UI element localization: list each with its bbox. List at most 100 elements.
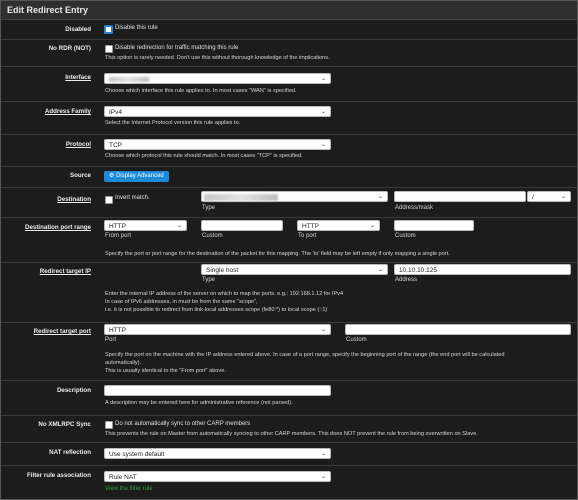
- redirect-ip-type-caption: Type: [202, 277, 216, 283]
- redirect-port-custom-input[interactable]: [345, 324, 571, 335]
- xmlrpc-checkbox[interactable]: [105, 421, 113, 429]
- interface-label: Interface: [65, 74, 91, 81]
- no-rdr-checkbox-text: Disable redirection for traffic matching…: [115, 45, 239, 51]
- redirect-port-help-1: Specify the port on the machine with the…: [105, 352, 505, 358]
- address-family-value: IPv4: [109, 109, 123, 116]
- chevron-down-icon: ⌄: [320, 76, 326, 82]
- dest-from-custom-caption: Custom: [202, 233, 223, 239]
- redirect-ip-address-input[interactable]: 10.10.10.125: [394, 264, 571, 275]
- dest-port-range-help: Specify the port or port range for the d…: [105, 251, 450, 257]
- chevron-down-icon: ⌄: [369, 223, 375, 229]
- no-rdr-checkbox[interactable]: [105, 45, 113, 53]
- filter-assoc-select[interactable]: Rule NAT ⌄: [104, 471, 331, 482]
- dest-from-port-select[interactable]: HTTP ⌄: [104, 220, 187, 231]
- redirect-ip-help-3: i.e. it is not possible to redirect from…: [105, 307, 328, 313]
- display-advanced-button[interactable]: ⚙ Display Advanced: [104, 171, 169, 182]
- address-family-select[interactable]: IPv4 ⌄: [104, 106, 331, 117]
- redirect-ip-type-select[interactable]: Single host ⌄: [201, 264, 388, 275]
- redirect-port-label: Redirect target port: [33, 328, 91, 335]
- description-label: Description: [56, 387, 91, 394]
- interface-select[interactable]: ⌄: [104, 73, 331, 84]
- interface-help: Choose which interface this rule applies…: [105, 88, 297, 94]
- panel-title: Edit Redirect Entry: [1, 1, 577, 20]
- nat-reflection-label: NAT reflection: [49, 449, 91, 456]
- redirect-port-help-3: This is usually identical to the "From p…: [105, 368, 226, 374]
- row-description: Description A description may be entered…: [1, 380, 577, 415]
- chevron-down-icon: ⌄: [176, 223, 182, 229]
- source-label: Source: [70, 172, 91, 179]
- chevron-down-icon: ⌄: [320, 451, 326, 457]
- chevron-down-icon: ⌄: [320, 474, 326, 480]
- protocol-select[interactable]: TCP ⌄: [104, 139, 331, 150]
- chevron-down-icon: ⌄: [320, 142, 326, 148]
- chevron-down-icon: ⌄: [320, 109, 326, 115]
- redirect-ip-type-value: Single host: [206, 267, 239, 274]
- row-xmlrpc: No XMLRPC Sync Do not automatically sync…: [1, 415, 577, 442]
- view-filter-rule-link[interactable]: View the filter rule: [105, 486, 153, 492]
- redirect-ip-help-2: In case of IPv6 addresses, in must be fr…: [105, 299, 258, 305]
- row-redirect-port: Redirect target port HTTP ⌄ Port Custom …: [1, 322, 577, 380]
- destination-label: Destination: [57, 196, 91, 203]
- row-protocol: Protocol TCP ⌄ Choose which protocol thi…: [1, 134, 577, 166]
- no-rdr-label: No RDR (NOT): [48, 45, 91, 52]
- interface-redacted: [109, 77, 149, 82]
- disabled-label: Disabled: [65, 26, 91, 33]
- address-family-help: Select the Internet Protocol version thi…: [105, 120, 241, 126]
- row-source: Source ⚙ Display Advanced: [1, 166, 577, 187]
- redirect-port-custom-caption: Custom: [346, 337, 367, 343]
- redirect-port-select[interactable]: HTTP ⌄: [104, 324, 331, 335]
- destination-type-select[interactable]: ⌄: [201, 191, 388, 202]
- dest-from-port-caption: From port: [105, 233, 132, 239]
- dest-from-custom-input[interactable]: [201, 220, 283, 231]
- destination-mask-slash: /: [532, 194, 534, 201]
- no-rdr-help: This option is rarely needed. Don't use …: [105, 55, 330, 61]
- description-input[interactable]: [104, 385, 331, 396]
- invert-match-checkbox[interactable]: [105, 196, 113, 204]
- dest-to-custom-caption: Custom: [395, 233, 416, 239]
- destination-type-caption: Type: [202, 205, 216, 211]
- redirect-port-value: HTTP: [109, 327, 126, 334]
- nat-reflection-select[interactable]: Use system default ⌄: [104, 448, 331, 459]
- invert-match-text: Invert match.: [115, 195, 150, 201]
- chevron-down-icon: ⌄: [377, 194, 383, 200]
- nat-reflection-value: Use system default: [109, 451, 165, 458]
- redirect-ip-help-1: Enter the internal IP address of the ser…: [105, 291, 344, 297]
- dest-to-port-caption: To port: [298, 233, 317, 239]
- protocol-label: Protocol: [65, 141, 91, 148]
- row-no-rdr: No RDR (NOT) Disable redirection for tra…: [1, 39, 577, 66]
- row-redirect-ip: Redirect target IP Single host ⌄ Type 10…: [1, 262, 577, 322]
- chevron-down-icon: ⌄: [560, 194, 566, 200]
- gear-icon: ⚙: [109, 173, 115, 179]
- xmlrpc-help: This prevents the rule on Master from au…: [105, 431, 478, 437]
- redirect-port-caption: Port: [105, 337, 117, 343]
- dest-to-port-value: HTTP: [302, 223, 319, 230]
- dest-to-custom-input[interactable]: [394, 220, 474, 231]
- dest-to-port-select[interactable]: HTTP ⌄: [297, 220, 380, 231]
- xmlrpc-checkbox-text: Do not automatically sync to other CARP …: [115, 421, 251, 427]
- redirect-ip-label: Redirect target IP: [39, 268, 91, 275]
- row-address-family: Address Family IPv4 ⌄ Select the Interne…: [1, 101, 577, 134]
- row-nat-reflection: NAT reflection Use system default ⌄: [1, 442, 577, 465]
- filter-assoc-value: Rule NAT: [109, 474, 137, 481]
- destination-address-input[interactable]: [394, 191, 526, 202]
- row-dest-port-range: Destination port range HTTP ⌄ From port …: [1, 217, 577, 262]
- description-help: A description may be entered here for ad…: [105, 400, 293, 406]
- destination-address-caption: Address/mask: [395, 205, 434, 211]
- row-disabled: Disabled Disable this rule: [1, 20, 577, 38]
- redirect-ip-address-value: 10.10.10.125: [399, 267, 437, 274]
- protocol-value: TCP: [109, 142, 122, 149]
- redirect-ip-address-caption: Address: [395, 277, 418, 283]
- xmlrpc-label: No XMLRPC Sync: [38, 421, 91, 428]
- row-interface: Interface ⌄ Choose which interface this …: [1, 66, 577, 101]
- destination-mask-select[interactable]: / ⌄: [527, 191, 571, 202]
- display-advanced-label: Display Advanced: [116, 173, 164, 179]
- redirect-port-help-2: automatically).: [105, 360, 142, 366]
- chevron-down-icon: ⌄: [377, 267, 383, 273]
- chevron-down-icon: ⌄: [320, 327, 326, 333]
- filter-assoc-label: Filter rule association: [27, 472, 91, 479]
- row-destination: Destination Invert match. ⌄ Type / ⌄ Add…: [1, 187, 577, 217]
- protocol-help: Choose which protocol this rule should m…: [105, 153, 303, 159]
- disabled-checkbox-text: Disable this rule: [115, 25, 158, 31]
- destination-type-redacted: [204, 194, 278, 201]
- disabled-checkbox[interactable]: [104, 25, 113, 34]
